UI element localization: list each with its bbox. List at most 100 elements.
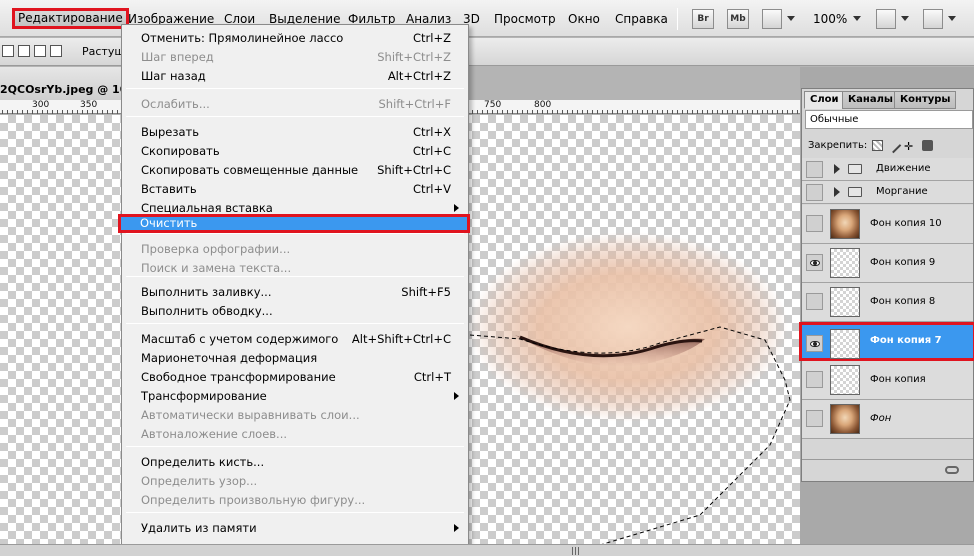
menu-item-stroke[interactable]: Выполнить обводку...	[123, 302, 467, 321]
ruler-tick	[557, 110, 558, 114]
visibility-toggle[interactable]	[806, 371, 823, 388]
menu-item-label: Проверка орфографии...	[141, 242, 291, 256]
expand-triangle-icon[interactable]	[834, 164, 840, 174]
menu-item-spell-check[interactable]: Проверка орфографии...	[123, 240, 467, 259]
menu-view[interactable]: Просмотр	[490, 9, 560, 29]
menu-item-puppet-warp[interactable]: Марионеточная деформация	[123, 349, 467, 368]
edit-menu-dropdown: Отменить: Прямолинейное лассо Ctrl+Z Шаг в…	[118, 24, 470, 556]
menu-item-clear[interactable]: Очистить	[118, 214, 470, 233]
menu-item-redo-step[interactable]: Шаг вперед Shift+Ctrl+Z	[123, 48, 467, 67]
menu-window[interactable]: Окно	[564, 9, 604, 29]
folder-icon	[848, 187, 862, 197]
intersect-selection-icon[interactable]	[50, 45, 62, 57]
visibility-toggle[interactable]	[806, 293, 823, 310]
lock-all-icon[interactable]	[922, 140, 933, 151]
blend-mode-select[interactable]: Обычные	[805, 110, 973, 129]
layer-thumbnail	[830, 404, 860, 434]
tab-paths[interactable]: Контуры	[894, 91, 957, 109]
layer-row[interactable]: Фон копия 7	[799, 322, 974, 361]
visibility-toggle[interactable]	[806, 254, 823, 271]
add-selection-icon[interactable]	[18, 45, 30, 57]
eye-icon	[810, 341, 820, 347]
menu-item-define-shape[interactable]: Определить произвольную фигуру...	[123, 491, 467, 510]
menu-item-free-transform[interactable]: Свободное трансформирование Ctrl+T	[123, 368, 467, 387]
layer-row[interactable]: Фон копия	[802, 361, 973, 400]
layer-name: Движение	[876, 163, 931, 174]
menu-item-shortcut: Ctrl+Z	[413, 31, 451, 45]
ruler-tick	[22, 110, 23, 114]
ruler-tick	[487, 110, 488, 114]
ruler-tick	[92, 110, 93, 114]
menu-item-auto-blend[interactable]: Автоналожение слоев...	[123, 425, 467, 444]
new-selection-icon[interactable]	[2, 45, 14, 57]
menu-item-label: Определить произвольную фигуру...	[141, 493, 366, 507]
ruler-tick	[787, 110, 788, 114]
layer-row[interactable]: Фон копия 10	[802, 205, 973, 244]
layer-row[interactable]: Фон	[802, 400, 973, 439]
menu-item-define-brush[interactable]: Определить кисть...	[123, 453, 467, 472]
chevron-down-icon[interactable]	[948, 16, 956, 21]
menu-help[interactable]: Справка	[611, 9, 672, 29]
lock-transparency-icon[interactable]	[872, 140, 883, 151]
visibility-toggle[interactable]	[806, 184, 823, 201]
menu-item-undo[interactable]: Отменить: Прямолинейное лассо Ctrl+Z	[123, 29, 467, 48]
ruler-tick	[497, 110, 498, 114]
menu-separator	[126, 446, 464, 447]
visibility-toggle[interactable]	[806, 335, 823, 352]
ruler-tick	[612, 110, 613, 114]
menu-item-step-back[interactable]: Шаг назад Alt+Ctrl+Z	[123, 67, 467, 86]
lock-position-icon[interactable]: ✛	[904, 140, 915, 153]
ruler-label: 800	[534, 100, 552, 110]
link-icon[interactable]	[945, 466, 959, 474]
layer-row[interactable]: Движение	[802, 158, 973, 181]
tab-layers[interactable]: Слои	[804, 91, 845, 109]
layer-name: Фон копия 10	[870, 218, 942, 229]
expand-triangle-icon[interactable]	[834, 187, 840, 197]
zoom-level[interactable]: 100%	[809, 9, 851, 29]
document-tab[interactable]: 2QCOsrYb.jpeg @ 100%	[0, 67, 146, 100]
subtract-selection-icon[interactable]	[34, 45, 46, 57]
mini-bridge-button[interactable]: Mb	[727, 9, 749, 29]
ruler-tick	[477, 110, 478, 114]
layer-row[interactable]: Моргание	[802, 181, 973, 204]
chevron-down-icon[interactable]	[901, 16, 909, 21]
bridge-button[interactable]: Br	[692, 9, 714, 29]
menu-item-paste[interactable]: Вставить Ctrl+V	[123, 180, 467, 199]
menu-item-fill[interactable]: Выполнить заливку... Shift+F5	[123, 283, 467, 302]
tab-channels[interactable]: Каналы	[842, 91, 899, 109]
menu-item-transform[interactable]: Трансформирование	[123, 387, 467, 406]
menu-item-auto-align[interactable]: Автоматически выравнивать слои...	[123, 406, 467, 425]
menu-item-label: Свободное трансформирование	[141, 370, 336, 384]
menu-edit[interactable]: Редактирование	[12, 8, 129, 29]
ruler-tick	[687, 110, 688, 114]
visibility-toggle[interactable]	[806, 215, 823, 232]
menu-item-label: Ослабить...	[141, 97, 210, 111]
menu-item-fade[interactable]: Ослабить... Shift+Ctrl+F	[123, 95, 467, 114]
ruler-tick	[792, 110, 793, 114]
ruler-tick	[547, 110, 548, 114]
chevron-down-icon[interactable]	[853, 16, 861, 21]
menu-item-cut[interactable]: Вырезать Ctrl+X	[123, 123, 467, 142]
ruler-tick	[567, 110, 568, 114]
visibility-toggle[interactable]	[806, 410, 823, 427]
menu-item-purge[interactable]: Удалить из памяти	[123, 519, 467, 538]
resize-grip-icon[interactable]	[572, 547, 580, 555]
layer-row[interactable]: Фон копия 8	[802, 283, 973, 322]
submenu-arrow-icon	[454, 524, 459, 532]
menu-item-copy[interactable]: Скопировать Ctrl+C	[123, 142, 467, 161]
menu-item-copy-merged[interactable]: Скопировать совмещенные данные Shift+Ctrl…	[123, 161, 467, 180]
chevron-down-icon[interactable]	[787, 16, 795, 21]
view-extras-icon[interactable]	[762, 9, 782, 29]
menu-item-define-pattern[interactable]: Определить узор...	[123, 472, 467, 491]
arrange-documents-icon[interactable]	[876, 9, 896, 29]
menu-item-label: Очистить	[140, 216, 198, 230]
layer-row[interactable]: Фон копия 9	[802, 244, 973, 283]
ruler-tick	[582, 110, 583, 114]
visibility-toggle[interactable]	[806, 161, 823, 178]
screen-mode-icon[interactable]	[923, 9, 943, 29]
ruler-tick	[572, 110, 573, 114]
ruler-tick	[82, 110, 83, 114]
lock-pixels-icon[interactable]	[885, 137, 902, 154]
menu-item-shortcut: Ctrl+C	[412, 144, 451, 158]
menu-item-content-aware-scale[interactable]: Масштаб с учетом содержимого Alt+Shift+Ct…	[123, 330, 467, 349]
